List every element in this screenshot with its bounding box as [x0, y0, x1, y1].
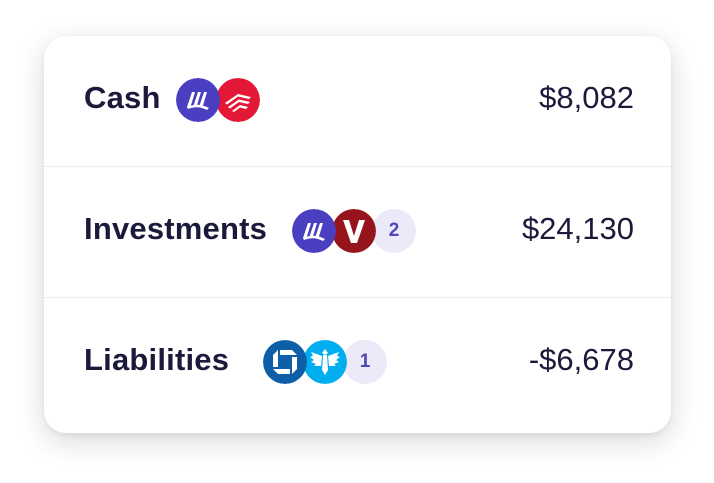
institution-logos: [176, 78, 264, 122]
account-row-investments[interactable]: Investments 2 $24,130: [44, 167, 671, 298]
account-label: Cash: [84, 80, 161, 115]
wealthfront-logo-icon: [292, 209, 336, 253]
account-row-liabilities[interactable]: Liabilities 1 -$6,678: [44, 298, 671, 433]
more-institutions-count-badge: 1: [343, 340, 387, 384]
barclays-eagle-logo-icon: [303, 340, 347, 384]
institution-logos: 1: [263, 340, 389, 384]
account-amount: $24,130: [521, 211, 634, 246]
more-institutions-count-badge: 2: [372, 209, 416, 253]
vanguard-logo-icon: [332, 209, 376, 253]
account-label: Investments: [84, 211, 268, 246]
account-amount: -$6,678: [528, 342, 634, 377]
account-row-cash[interactable]: Cash $8,082: [44, 36, 671, 167]
bank-of-america-logo-icon: [216, 78, 260, 122]
account-amount: $8,082: [539, 80, 634, 115]
account-label: Liabilities: [84, 342, 230, 377]
wealthfront-logo-icon: [176, 78, 220, 122]
accounts-summary-card: Cash $8,082 Investments 2 $24,130 Liabil…: [44, 36, 671, 433]
chase-logo-icon: [263, 340, 307, 384]
institution-logos: 2: [292, 209, 418, 253]
